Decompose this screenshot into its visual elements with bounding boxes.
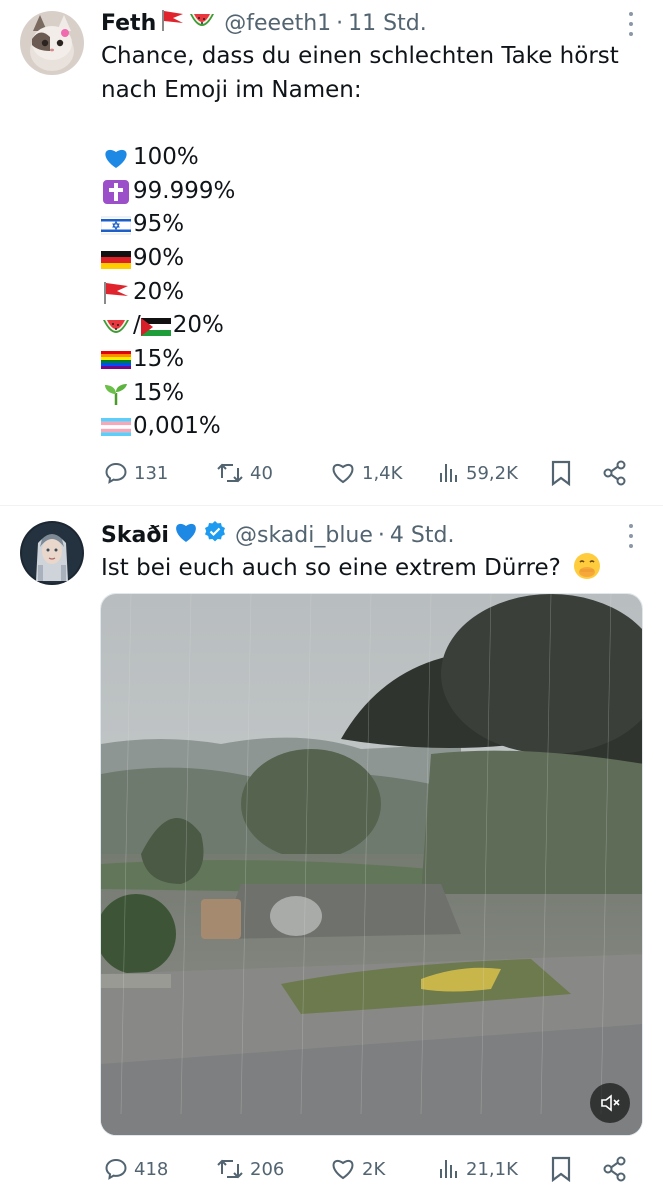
- share-button[interactable]: [602, 1154, 634, 1184]
- list-value: 15%: [133, 345, 185, 372]
- list-item: 99.999%: [101, 174, 235, 208]
- tweet-text: Ist bei euch auch so eine extrem Dürre?: [101, 551, 646, 591]
- germany-flag-icon: [101, 247, 131, 269]
- like-count: 2K: [362, 1158, 386, 1180]
- latin-cross-icon: [101, 179, 131, 204]
- like-button[interactable]: 2K: [330, 1154, 385, 1184]
- reply-icon: [105, 462, 127, 484]
- list-item: 15%: [101, 342, 235, 376]
- tweet-text-content: Ist bei euch auch so eine extrem Dürre?: [101, 555, 561, 581]
- handle[interactable]: @skadi_blue: [235, 523, 373, 548]
- action-bar: 418 206 2K 21,1K: [104, 1154, 634, 1184]
- handle[interactable]: @feeeth1: [224, 11, 331, 36]
- bookmark-icon: [551, 1156, 571, 1182]
- palestine-flag-icon: [140, 314, 171, 337]
- israel-flag-icon: [100, 213, 132, 235]
- list-item: / 20%: [101, 308, 235, 342]
- watermelon-icon: [101, 314, 131, 336]
- seedling-icon: [101, 382, 131, 405]
- like-button[interactable]: 1,4K: [330, 458, 402, 488]
- views-count: 59,2K: [466, 462, 518, 484]
- repost-count: 206: [250, 1158, 285, 1180]
- mute-button[interactable]: [590, 1083, 630, 1123]
- action-bar: 131 40 1,4K 59,2K: [104, 458, 634, 488]
- share-icon: [603, 1156, 626, 1182]
- tweet-header: Skaði @skadi_blue · 4 Std.: [101, 520, 454, 550]
- bookmark-button[interactable]: [550, 458, 578, 488]
- list-value: 95%: [133, 211, 185, 238]
- display-name[interactable]: Skaði: [101, 523, 169, 548]
- list-item: 95%: [100, 207, 235, 241]
- share-button[interactable]: [602, 458, 634, 488]
- list-item: 20%: [101, 275, 235, 309]
- reply-icon: [105, 1158, 127, 1180]
- red-flag-icon: [159, 8, 185, 38]
- views-icon: [440, 1160, 457, 1178]
- list-item: 100%: [101, 140, 235, 174]
- list-value: 0,001%: [133, 413, 221, 440]
- red-flag-icon: [101, 281, 131, 304]
- list-value: 90%: [133, 244, 185, 271]
- face-with-hand-over-mouth-icon: [572, 551, 602, 591]
- tweet-feth[interactable]: Feth @feeeth1 · 11 Std. Chance, dass du …: [0, 0, 663, 505]
- list-item: 15%: [101, 376, 235, 410]
- list-value: 99.999%: [133, 177, 236, 204]
- avatar-feth[interactable]: [20, 11, 84, 75]
- views-button[interactable]: 59,2K: [438, 458, 518, 488]
- blue-heart-icon: [172, 520, 200, 550]
- list-item: 0,001%: [101, 410, 235, 444]
- watermelon-icon: [188, 8, 216, 38]
- heart-icon: [332, 463, 354, 484]
- more-options-icon[interactable]: [627, 12, 635, 36]
- tweet-text: Chance, dass du einen schlechten Take hö…: [101, 43, 619, 103]
- repost-icon: [217, 463, 243, 483]
- like-count: 1,4K: [362, 462, 403, 484]
- more-options-icon[interactable]: [627, 524, 635, 548]
- reply-button[interactable]: 418: [104, 1154, 168, 1184]
- share-icon: [603, 460, 626, 486]
- heart-icon: [332, 1159, 354, 1180]
- repost-icon: [217, 1159, 243, 1179]
- bookmark-button[interactable]: [550, 1154, 578, 1184]
- repost-button[interactable]: 206: [216, 1154, 284, 1184]
- list-value: 100%: [133, 143, 199, 170]
- reply-count: 131: [134, 462, 169, 484]
- timestamp[interactable]: 11 Std.: [348, 11, 427, 36]
- list-value: 20%: [172, 312, 224, 339]
- views-icon: [440, 464, 457, 482]
- list-separator: /: [133, 312, 141, 339]
- rainbow-flag-icon: [101, 348, 131, 370]
- list-item: 90%: [101, 241, 235, 275]
- views-button[interactable]: 21,1K: [438, 1154, 518, 1184]
- speaker-muted-icon: [601, 1094, 620, 1112]
- verified-badge-icon[interactable]: [203, 520, 227, 550]
- video-player[interactable]: [100, 593, 643, 1136]
- separator-dot: ·: [377, 522, 385, 548]
- views-count: 21,1K: [466, 1158, 518, 1180]
- transgender-flag-icon: [101, 415, 131, 437]
- tweet-header: Feth @feeeth1 · 11 Std.: [101, 8, 427, 38]
- list-value: 15%: [133, 379, 185, 406]
- repost-count: 40: [250, 462, 273, 484]
- display-name[interactable]: Feth: [101, 11, 156, 36]
- emoji-percentage-list: 100% 99.999% 95% 90% 20% / 20% 15% 15% 0…: [100, 140, 235, 444]
- separator-dot: ·: [336, 10, 344, 36]
- list-value: 20%: [133, 278, 185, 305]
- timestamp[interactable]: 4 Std.: [390, 523, 455, 548]
- avatar-skadi[interactable]: [20, 521, 84, 585]
- reply-count: 418: [134, 1158, 169, 1180]
- repost-button[interactable]: 40: [216, 458, 273, 488]
- garden-rain-video: [101, 594, 642, 1135]
- tweet-skadi[interactable]: Skaði @skadi_blue · 4 Std. Ist bei euch …: [0, 506, 663, 1200]
- reply-button[interactable]: 131: [104, 458, 168, 488]
- blue-heart-icon: [101, 146, 131, 168]
- bookmark-icon: [551, 460, 571, 486]
